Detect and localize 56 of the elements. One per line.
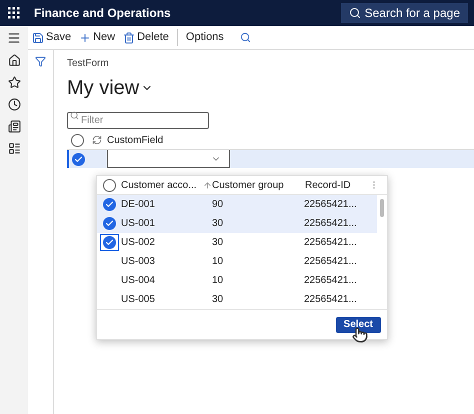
toolbar-button[interactable]: New	[79, 29, 116, 46]
sort-arrow-icon	[202, 180, 212, 190]
table-cell-text: 22565421...	[303, 198, 357, 212]
plus-icon	[79, 32, 92, 44]
table-cell-text: 30	[212, 236, 224, 250]
form-caption: TestForm	[67, 57, 110, 71]
save-icon	[32, 32, 44, 44]
clock-icon[interactable]	[8, 98, 20, 111]
table-cell-text: US-004	[121, 274, 156, 288]
search-icon[interactable]	[240, 32, 251, 43]
select-button[interactable]: Select	[336, 316, 381, 332]
list-icon[interactable]	[8, 142, 20, 155]
table-cell-text: 22565421...	[303, 293, 357, 307]
lookup-row[interactable]: US-005 30 22565421...	[97, 290, 377, 309]
column-header[interactable]: Customer group	[212, 178, 294, 192]
lookup-row[interactable]: US-002 30 22565421...	[97, 233, 377, 252]
table-cell-text: 10	[212, 255, 224, 269]
table-cell-text: DE-001	[121, 198, 156, 212]
table-cell-text: 22565421...	[303, 217, 357, 231]
search-icon	[70, 111, 79, 120]
home-icon[interactable]	[8, 54, 20, 67]
search-icon	[348, 7, 361, 19]
table-cell-text: US-005	[121, 293, 156, 307]
table-cell-text: 90	[212, 198, 224, 212]
toolbar-button[interactable]: Save	[32, 29, 72, 46]
table-cell-text: US-002	[121, 236, 156, 250]
search-button[interactable]: Search for a page	[340, 3, 468, 23]
column-header[interactable]: Customer acco...	[121, 178, 212, 192]
column-header[interactable]: CustomField	[107, 132, 164, 148]
table-cell-text: US-001	[121, 217, 156, 231]
table-cell-text: US-003	[121, 255, 156, 269]
dropdown-field[interactable]	[107, 150, 230, 168]
table-cell-text: 30	[212, 293, 224, 307]
view-selector[interactable]: My view	[67, 73, 154, 103]
trash-icon	[123, 32, 136, 44]
grid-row[interactable]	[67, 150, 474, 168]
table-cell-text: 10	[212, 274, 224, 288]
app-title: Finance and Operations	[34, 5, 171, 22]
table-cell-text: 30	[212, 217, 224, 231]
lookup-row[interactable]: US-003 10 22565421...	[97, 252, 377, 271]
toolbar-button[interactable]: Delete	[123, 29, 169, 46]
column-header[interactable]: Record-ID	[294, 178, 369, 192]
table-cell-text: 22565421...	[303, 255, 357, 269]
lookup-row[interactable]: DE-001 90 22565421...	[97, 195, 377, 214]
table-cell-text: 22565421...	[303, 236, 357, 250]
filter-icon[interactable]	[35, 56, 46, 67]
lookup-row[interactable]: US-004 10 22565421...	[97, 271, 377, 290]
refresh-icon[interactable]	[92, 135, 102, 145]
table-cell-text: 22565421...	[303, 274, 357, 288]
app-launcher-icon[interactable]	[8, 7, 20, 19]
toolbar-button[interactable]: Options	[176, 29, 224, 46]
star-icon[interactable]	[8, 76, 20, 89]
menu-icon[interactable]	[7, 31, 21, 45]
lookup-row[interactable]: US-001 30 22565421...	[97, 214, 377, 233]
workspace-icon[interactable]	[8, 120, 20, 133]
filter-field[interactable]: Filter	[67, 112, 209, 129]
